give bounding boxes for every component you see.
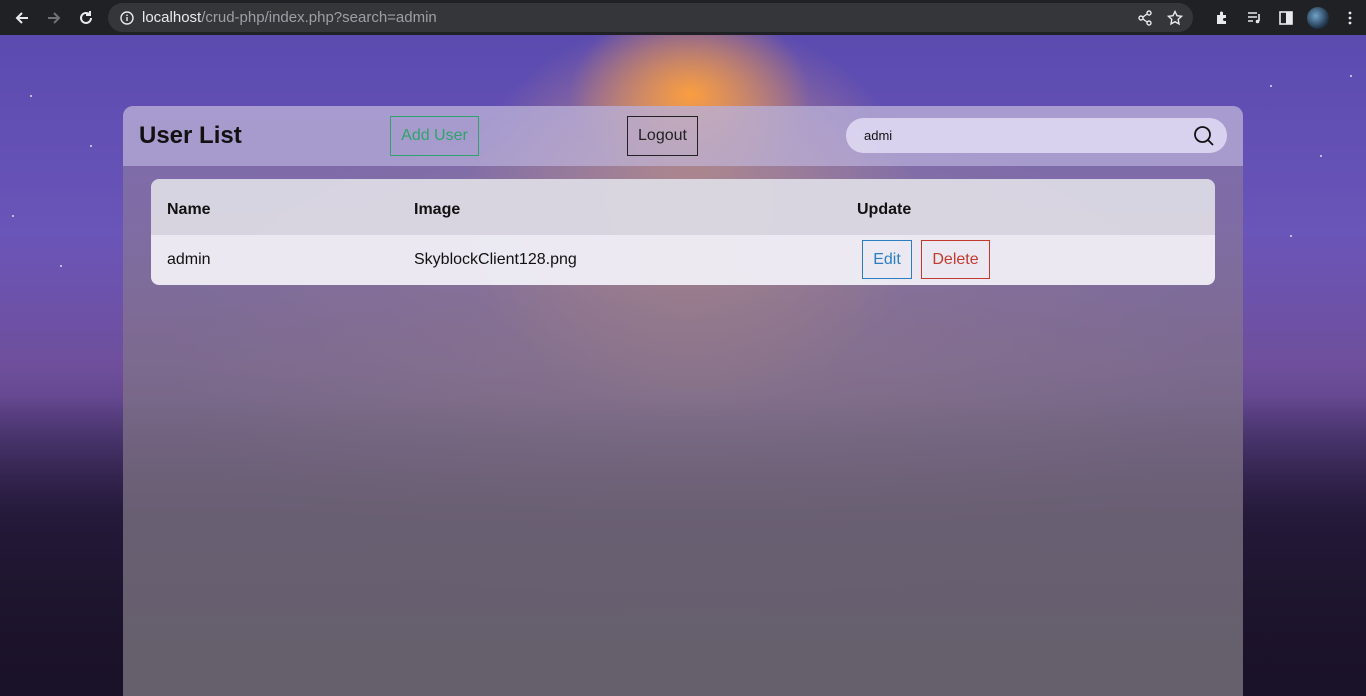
header-update: Update xyxy=(857,201,912,218)
bookmark-star-icon[interactable] xyxy=(1167,9,1183,26)
forward-icon[interactable] xyxy=(38,2,70,34)
add-user-button[interactable]: Add User xyxy=(390,116,479,156)
cell-name: admin xyxy=(167,251,211,268)
reload-icon[interactable] xyxy=(70,2,102,34)
url-text[interactable]: localhost/crud-php/index.php?search=admi… xyxy=(142,9,437,26)
extensions-icon[interactable] xyxy=(1206,2,1238,34)
logout-button[interactable]: Logout xyxy=(627,116,698,156)
search-input[interactable] xyxy=(864,128,1164,143)
browser-toolbar: localhost/crud-php/index.php?search=admi… xyxy=(0,0,1366,35)
back-icon[interactable] xyxy=(6,2,38,34)
card-header: User List Add User Logout xyxy=(123,106,1243,166)
cell-image: SkyblockClient128.png xyxy=(414,251,577,268)
page-title: User List xyxy=(139,122,242,149)
search-bar xyxy=(846,118,1227,153)
info-icon[interactable] xyxy=(120,10,134,25)
table-row: admin SkyblockClient128.png Edit Delete xyxy=(151,235,1215,285)
table-header-row: Name Image Update xyxy=(151,179,1215,235)
media-playlist-icon[interactable] xyxy=(1238,2,1270,34)
header-name: Name xyxy=(167,201,211,218)
page-background: User List Add User Logout Name Image Upd… xyxy=(0,35,1366,696)
share-icon[interactable] xyxy=(1137,9,1153,26)
side-panel-icon[interactable] xyxy=(1270,2,1302,34)
menu-kebab-icon[interactable] xyxy=(1334,2,1366,34)
address-bar[interactable]: localhost/crud-php/index.php?search=admi… xyxy=(108,3,1193,32)
edit-button[interactable]: Edit xyxy=(862,240,912,279)
profile-avatar[interactable] xyxy=(1302,2,1334,34)
header-image: Image xyxy=(414,201,461,218)
delete-button[interactable]: Delete xyxy=(921,240,990,279)
search-icon[interactable] xyxy=(1193,125,1215,147)
user-list-card: User List Add User Logout Name Image Upd… xyxy=(123,106,1243,696)
users-table: Name Image Update admin SkyblockClient12… xyxy=(151,179,1215,285)
